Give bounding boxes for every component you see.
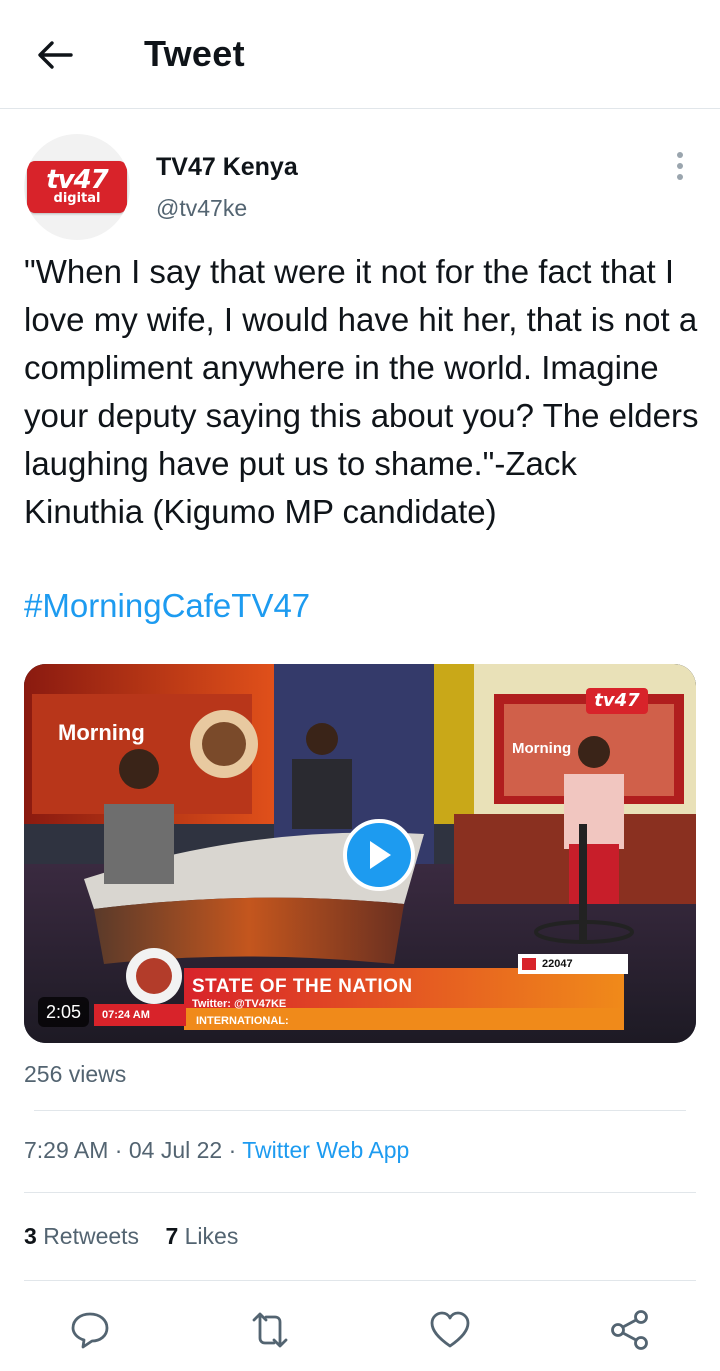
logo-main-text: tv47 [46, 165, 109, 195]
like-button[interactable] [426, 1306, 474, 1354]
more-vertical-icon-dot [677, 152, 683, 158]
set-brand-text: Morning [58, 720, 145, 745]
reply-button[interactable] [66, 1306, 114, 1354]
reply-icon [71, 1312, 109, 1349]
back-button[interactable] [30, 30, 80, 80]
more-vertical-icon-dot [677, 174, 683, 180]
heart-icon [430, 1311, 470, 1348]
divider [24, 1280, 696, 1281]
retweets-label: Retweets [43, 1223, 140, 1249]
meta-separator: · [222, 1137, 243, 1163]
segment-title: STATE OF THE NATION [192, 976, 413, 997]
tweet-text: "When I say that were it not for the fac… [24, 253, 699, 530]
logo-sub-text: digital [53, 191, 101, 206]
arrow-left-icon [38, 41, 73, 69]
top-bar: Tweet [0, 0, 720, 109]
divider [34, 1110, 686, 1111]
share-icon [611, 1310, 648, 1350]
set-brand-text-secondary: Morning [512, 740, 572, 757]
meta-separator: · [108, 1137, 129, 1163]
hashtag-link[interactable]: #MorningCafeTV47 [24, 582, 310, 630]
segment-ticker-label: INTERNATIONAL: [196, 1015, 289, 1027]
video-player[interactable]: tv47 Morning Morning 22047 STATE OF THE … [24, 664, 696, 1043]
lower-third: STATE OF THE NATION Twitter: @TV47KE INT… [182, 968, 622, 1030]
tweet-time: 7:29 AM [24, 1137, 109, 1163]
retweets-count: 3 [24, 1223, 37, 1249]
likes-count: 7 [165, 1223, 179, 1249]
retweets-stat[interactable]: 3 Retweets [24, 1223, 139, 1249]
segment-twitter: Twitter: @TV47KE [192, 998, 287, 1010]
tweet-source-link[interactable]: Twitter Web App [242, 1137, 409, 1163]
tweet-metadata: 7:29 AM · 04 Jul 22 · Twitter Web App [24, 1137, 409, 1164]
retweet-button[interactable] [246, 1306, 294, 1354]
play-button[interactable] [343, 819, 415, 891]
share-button[interactable] [606, 1306, 654, 1354]
author-handle[interactable]: @tv47ke [156, 195, 247, 222]
play-icon [370, 841, 391, 869]
video-duration: 2:05 [38, 997, 90, 1027]
likes-stat[interactable]: 7 Likes [165, 1223, 238, 1249]
page-title: Tweet [144, 33, 245, 74]
avatar[interactable]: tv47 digital [24, 134, 130, 240]
tv47-logo: tv47 digital [27, 161, 127, 213]
likes-label: Likes [184, 1223, 239, 1249]
broadcast-clock: 07:24 AM [102, 1009, 150, 1021]
view-count: 256 views [24, 1061, 127, 1087]
engagement-stats: 3 Retweets 7 Likes [24, 1223, 258, 1250]
tweet-date: 04 Jul 22 [128, 1137, 223, 1163]
channel-logo-overlay: tv47 [586, 688, 648, 714]
more-vertical-icon-dot [677, 163, 683, 169]
divider [24, 1192, 696, 1193]
more-options-button[interactable] [664, 148, 696, 184]
retweet-icon [252, 1312, 288, 1348]
author-name[interactable]: TV47 Kenya [156, 153, 298, 182]
